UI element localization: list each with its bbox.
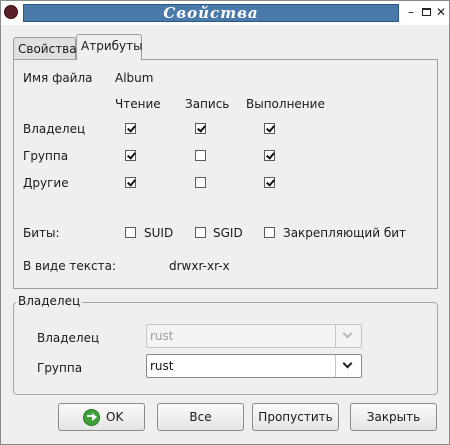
ok-label: OK <box>106 410 124 424</box>
ok-icon <box>83 409 100 426</box>
owner-read-checkbox[interactable] <box>125 123 136 134</box>
title-bar: Свойства – ✕ <box>1 1 449 25</box>
sticky-bit-checkbox[interactable] <box>264 227 275 238</box>
text-form-value: drwxr-xr-x <box>169 259 230 273</box>
sticky-bit-label[interactable]: Закрепляющий бит <box>283 226 406 240</box>
owner-combo-value: rust <box>150 329 174 343</box>
owner-execute-checkbox[interactable] <box>264 123 275 134</box>
suid-label[interactable]: SUID <box>144 226 173 240</box>
bits-label: Биты: <box>23 226 60 240</box>
skip-label: Пропустить <box>258 410 333 424</box>
sgid-checkbox[interactable] <box>195 227 206 238</box>
group-read-checkbox[interactable] <box>125 150 136 161</box>
group-execute-checkbox[interactable] <box>264 150 275 161</box>
suid-checkbox[interactable] <box>125 227 136 238</box>
owner-groupbox <box>13 302 438 395</box>
minimize-button[interactable]: – <box>404 5 418 19</box>
row-group-label: Группа <box>23 149 69 163</box>
row-others-label: Другие <box>23 176 69 190</box>
owner-combo-dropdown <box>335 325 361 347</box>
properties-window: Свойства – ✕ Свойства Атрибуты Имя файла… <box>0 0 450 445</box>
others-execute-checkbox[interactable] <box>264 177 275 188</box>
filename-value: Album <box>115 71 154 85</box>
owner-groupbox-legend: Владелец <box>16 294 83 308</box>
owner-combo-label: Владелец <box>37 331 100 345</box>
ok-button[interactable]: OK <box>58 403 145 431</box>
tab-properties[interactable]: Свойства <box>13 37 77 60</box>
others-write-checkbox[interactable] <box>195 177 206 188</box>
row-owner-label: Владелец <box>23 122 86 136</box>
group-combo-value: rust <box>150 359 174 373</box>
window-title: Свойства <box>23 4 399 22</box>
group-write-checkbox[interactable] <box>195 150 206 161</box>
close-window-button[interactable]: ✕ <box>434 5 448 19</box>
column-write: Запись <box>185 97 230 111</box>
maximize-button[interactable] <box>419 5 433 19</box>
close-label: Закрыть <box>366 410 421 424</box>
group-combobox[interactable]: rust <box>146 354 362 378</box>
owner-write-checkbox[interactable] <box>195 123 206 134</box>
group-combo-label: Группа <box>37 361 83 375</box>
sgid-label[interactable]: SGID <box>213 226 243 240</box>
owner-combobox: rust <box>146 324 362 348</box>
ok-arrow-icon <box>92 413 97 421</box>
skip-button[interactable]: Пропустить <box>252 403 339 431</box>
all-label: Все <box>189 410 212 424</box>
column-read: Чтение <box>115 97 161 111</box>
close-button[interactable]: Закрыть <box>350 403 437 431</box>
filename-label: Имя файла <box>23 71 93 85</box>
column-execute: Выполнение <box>246 97 325 111</box>
others-read-checkbox[interactable] <box>125 177 136 188</box>
attributes-panel <box>13 59 438 289</box>
text-form-label: В виде текста: <box>23 259 117 273</box>
tab-attributes[interactable]: Атрибуты <box>76 34 143 60</box>
chevron-down-icon <box>342 358 353 369</box>
chevron-down-icon <box>342 328 353 339</box>
app-icon[interactable] <box>4 5 18 19</box>
maximize-icon <box>421 8 431 16</box>
group-combo-dropdown[interactable] <box>335 355 361 377</box>
all-button[interactable]: Все <box>157 403 244 431</box>
